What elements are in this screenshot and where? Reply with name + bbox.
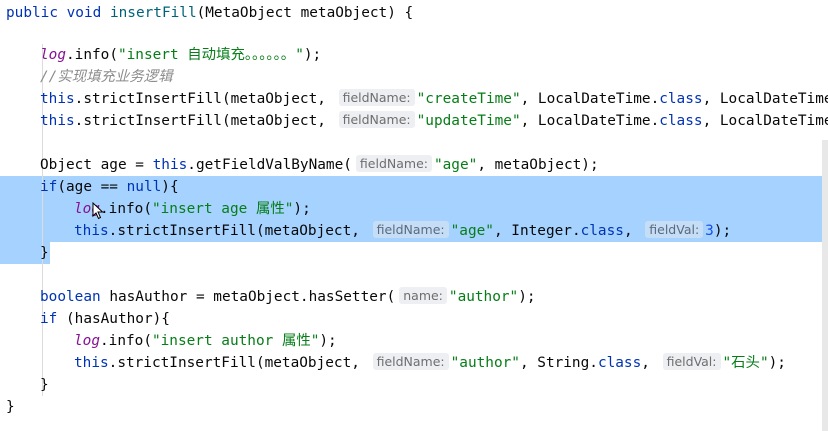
code-text: ); (768, 355, 786, 371)
string-literal: "age" (450, 223, 494, 239)
code-text: .info( (66, 47, 118, 63)
code-text: .info( (100, 201, 152, 217)
string-literal: "insert author 属性" (151, 333, 320, 349)
code-text: ); (303, 47, 322, 63)
code-text: .strictInsertFill(metaObject, (108, 223, 369, 239)
code-line-11[interactable]: boolean hasAuthor = metaObject.hasSetter… (0, 286, 536, 308)
code-line-7[interactable]: if(age == null){ (0, 176, 179, 198)
keyword: if (40, 179, 58, 195)
param-hint: fieldName: (372, 353, 449, 370)
keyword: class (597, 355, 642, 371)
code-text: .getFieldValByName( (187, 157, 352, 173)
keyword: class (659, 91, 703, 107)
code-text: Object age = (40, 157, 153, 173)
code-text: ); (319, 333, 337, 349)
code-line-15[interactable]: } (0, 374, 49, 396)
param-hint: fieldName: (338, 89, 415, 106)
string-literal: "石头" (722, 355, 769, 371)
code-line-16[interactable]: } (0, 396, 15, 418)
param-hint: fieldName: (372, 221, 449, 238)
comment: //实现填充业务逻辑 (40, 69, 173, 85)
mouse-pointer-icon (92, 202, 104, 220)
param-hint: fieldName: (338, 111, 415, 128)
code-text: } (40, 245, 49, 261)
code-text: ); (293, 201, 311, 217)
code-text: ){ (161, 179, 179, 195)
code-text: , LocalDateTime. (520, 91, 660, 107)
string-literal: "age" (433, 157, 478, 173)
string-literal: "createTime" (416, 91, 521, 107)
code-line-5[interactable]: this.strictInsertFill(metaObject, fieldN… (0, 110, 828, 132)
code-text: (age == (57, 179, 127, 195)
keyword: this (74, 355, 109, 371)
string-literal: "author" (448, 289, 519, 305)
field-ref: log (74, 333, 100, 349)
param-hint: fieldVal: (662, 353, 721, 370)
code-text: .strictInsertFill(metaObject, (74, 91, 335, 107)
code-text: hasAuthor = metaObject.hasSetter( (100, 289, 396, 305)
keyword: this (40, 91, 75, 107)
code-text: , LocalDateTime. (702, 91, 828, 107)
keyword: if (40, 311, 58, 327)
string-literal: "author" (450, 355, 520, 371)
code-text: , String. (519, 355, 598, 371)
keyword: class (659, 113, 703, 129)
code-line-12[interactable]: if (hasAuthor){ (0, 308, 170, 330)
code-line-10[interactable]: } (0, 242, 49, 264)
code-line-6[interactable]: Object age = this.getFieldValByName(fiel… (0, 154, 599, 176)
param-hint: fieldVal: (645, 221, 704, 238)
code-text: , Integer. (493, 223, 581, 239)
field-ref: log (40, 47, 66, 63)
string-literal: "insert age 属性" (151, 201, 294, 217)
param-hint: name: (399, 287, 447, 304)
keyword: this (152, 157, 188, 173)
keyword: boolean (40, 289, 101, 305)
code-text: .strictInsertFill(metaObject, (74, 113, 335, 129)
string-literal: "insert 自动填充。。。。。。" (117, 47, 304, 63)
keyword: class (580, 223, 624, 239)
code-text: } (6, 399, 15, 415)
code-text: ); (518, 289, 536, 305)
keyword: public void (6, 5, 110, 21)
vertical-scrollbar[interactable] (822, 140, 828, 431)
keyword: this (40, 113, 75, 129)
code-line-1[interactable]: public void insertFill(MetaObject metaOb… (0, 2, 413, 24)
code-text: (MetaObject metaObject) { (196, 5, 414, 21)
code-text: (hasAuthor){ (57, 311, 170, 327)
code-editor[interactable]: public void insertFill(MetaObject metaOb… (0, 0, 828, 431)
code-text: , (641, 355, 659, 371)
code-text: ); (713, 223, 732, 239)
code-text: .info( (100, 333, 152, 349)
param-hint: fieldName: (355, 155, 432, 172)
code-text: , LocalDateTime. (520, 113, 660, 129)
code-text: .strictInsertFill(metaObject, (108, 355, 369, 371)
code-line-3[interactable]: //实现填充业务逻辑 (0, 66, 172, 88)
code-line-4[interactable]: this.strictInsertFill(metaObject, fieldN… (0, 88, 828, 110)
code-line-13[interactable]: log.info("insert author 属性"); (0, 330, 337, 352)
keyword: null (126, 179, 162, 195)
code-line-14[interactable]: this.strictInsertFill(metaObject, fieldN… (0, 352, 786, 374)
code-line-8[interactable]: log.info("insert age 属性"); (0, 198, 311, 220)
keyword: this (74, 223, 109, 239)
code-line-2[interactable]: log.info("insert 自动填充。。。。。。"); (0, 44, 321, 66)
method-name: insertFill (109, 5, 197, 21)
string-literal: "updateTime" (416, 113, 521, 129)
number-literal: 3 (705, 223, 714, 239)
code-text: , metaObject); (477, 157, 599, 173)
code-line-9[interactable]: this.strictInsertFill(metaObject, fieldN… (0, 220, 731, 242)
code-text: } (40, 377, 49, 393)
code-text: , LocalDateTime. (702, 113, 828, 129)
code-text: , (623, 223, 642, 239)
